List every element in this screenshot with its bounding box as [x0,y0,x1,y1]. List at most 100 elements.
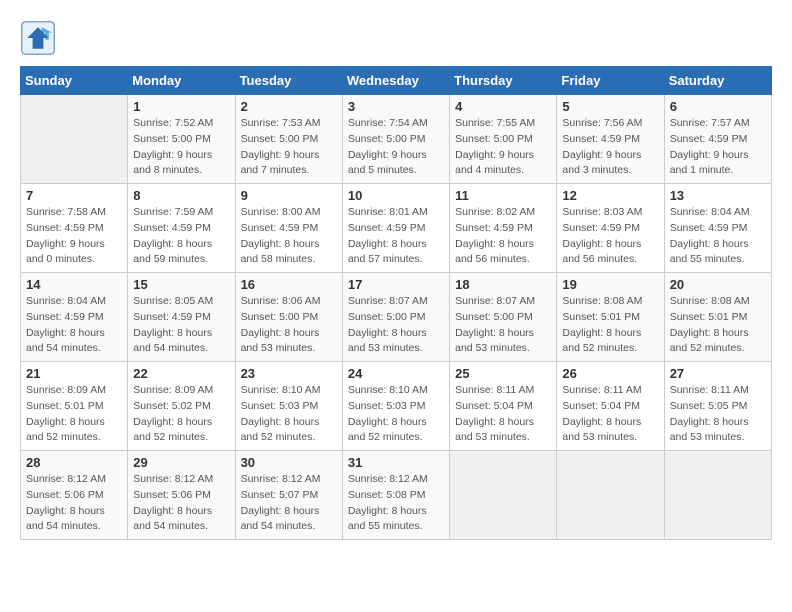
day-number: 18 [455,277,551,292]
calendar-cell: 21 Sunrise: 8:09 AMSunset: 5:01 PMDayligh… [21,362,128,451]
day-number: 24 [348,366,444,381]
day-number: 19 [562,277,658,292]
calendar-cell: 24 Sunrise: 8:10 AMSunset: 5:03 PMDayligh… [342,362,449,451]
day-info: Sunrise: 7:57 AMSunset: 4:59 PMDaylight:… [670,116,766,179]
day-info: Sunrise: 8:07 AMSunset: 5:00 PMDaylight:… [348,294,444,357]
day-number: 31 [348,455,444,470]
day-info: Sunrise: 8:10 AMSunset: 5:03 PMDaylight:… [348,383,444,446]
calendar-cell: 18 Sunrise: 8:07 AMSunset: 5:00 PMDayligh… [450,273,557,362]
calendar-cell: 4 Sunrise: 7:55 AMSunset: 5:00 PMDaylight… [450,95,557,184]
calendar-cell: 29Sunrise: 8:12 AMSunset: 5:06 PMDayligh… [128,451,235,540]
calendar-week-5: 28 Sunrise: 8:12 AMSunset: 5:06 PMDayligh… [21,451,772,540]
calendar-cell: 30 Sunrise: 8:12 AMSunset: 5:07 PMDayligh… [235,451,342,540]
day-number: 21 [26,366,122,381]
day-info: Sunrise: 8:04 AMSunset: 4:59 PMDaylight:… [26,294,122,357]
calendar-cell: 11Sunrise: 8:02 AMSunset: 4:59 PMDayligh… [450,184,557,273]
day-number: 15 [133,277,229,292]
weekday-header-friday: Friday [557,67,664,95]
logo-icon [20,20,56,56]
calendar-cell: 9Sunrise: 8:00 AMSunset: 4:59 PMDaylight… [235,184,342,273]
calendar-cell: 1 Sunrise: 7:52 AMSunset: 5:00 PMDaylight… [128,95,235,184]
day-number: 12 [562,188,658,203]
calendar-cell [21,95,128,184]
day-info: Sunrise: 8:11 AMSunset: 5:04 PMDaylight:… [562,383,658,446]
calendar-cell: 5 Sunrise: 7:56 AMSunset: 4:59 PMDaylight… [557,95,664,184]
weekday-header-wednesday: Wednesday [342,67,449,95]
calendar-cell [664,451,771,540]
calendar: SundayMondayTuesdayWednesdayThursdayFrid… [20,66,772,540]
day-number: 8 [133,188,229,203]
calendar-cell: 28 Sunrise: 8:12 AMSunset: 5:06 PMDayligh… [21,451,128,540]
calendar-cell: 13 Sunrise: 8:04 AMSunset: 4:59 PMDayligh… [664,184,771,273]
day-info: Sunrise: 7:53 AMSunset: 5:00 PMDaylight:… [241,116,337,179]
day-info: Sunrise: 8:12 AMSunset: 5:06 PMDaylight:… [26,472,122,535]
calendar-cell: 25 Sunrise: 8:11 AMSunset: 5:04 PMDayligh… [450,362,557,451]
day-info: Sunrise: 8:05 AMSunset: 4:59 PMDaylight:… [133,294,229,357]
calendar-cell: 17 Sunrise: 8:07 AMSunset: 5:00 PMDayligh… [342,273,449,362]
day-number: 13 [670,188,766,203]
day-number: 27 [670,366,766,381]
day-number: 28 [26,455,122,470]
calendar-cell: 14 Sunrise: 8:04 AMSunset: 4:59 PMDayligh… [21,273,128,362]
calendar-week-3: 14 Sunrise: 8:04 AMSunset: 4:59 PMDayligh… [21,273,772,362]
calendar-cell: 8Sunrise: 7:59 AMSunset: 4:59 PMDaylight… [128,184,235,273]
weekday-header-saturday: Saturday [664,67,771,95]
calendar-cell: 7 Sunrise: 7:58 AMSunset: 4:59 PMDaylight… [21,184,128,273]
calendar-cell: 31 Sunrise: 8:12 AMSunset: 5:08 PMDayligh… [342,451,449,540]
calendar-cell: 16 Sunrise: 8:06 AMSunset: 5:00 PMDayligh… [235,273,342,362]
day-info: Sunrise: 8:00 AMSunset: 4:59 PMDaylight:… [241,205,337,268]
day-number: 20 [670,277,766,292]
calendar-cell: 2 Sunrise: 7:53 AMSunset: 5:00 PMDaylight… [235,95,342,184]
day-number: 2 [241,99,337,114]
calendar-cell: 12 Sunrise: 8:03 AMSunset: 4:59 PMDayligh… [557,184,664,273]
day-info: Sunrise: 8:07 AMSunset: 5:00 PMDaylight:… [455,294,551,357]
day-info: Sunrise: 8:01 AMSunset: 4:59 PMDaylight:… [348,205,444,268]
day-number: 17 [348,277,444,292]
day-number: 6 [670,99,766,114]
day-info: Sunrise: 8:09 AMSunset: 5:01 PMDaylight:… [26,383,122,446]
calendar-cell: 6 Sunrise: 7:57 AMSunset: 4:59 PMDaylight… [664,95,771,184]
day-info: Sunrise: 8:12 AMSunset: 5:08 PMDaylight:… [348,472,444,535]
day-number: 10 [348,188,444,203]
calendar-header-row: SundayMondayTuesdayWednesdayThursdayFrid… [21,67,772,95]
day-info: Sunrise: 7:52 AMSunset: 5:00 PMDaylight:… [133,116,229,179]
day-info: Sunrise: 8:12 AMSunset: 5:07 PMDaylight:… [241,472,337,535]
calendar-cell: 23Sunrise: 8:10 AMSunset: 5:03 PMDayligh… [235,362,342,451]
day-number: 3 [348,99,444,114]
day-info: Sunrise: 8:11 AMSunset: 5:05 PMDaylight:… [670,383,766,446]
weekday-header-sunday: Sunday [21,67,128,95]
calendar-cell: 10 Sunrise: 8:01 AMSunset: 4:59 PMDayligh… [342,184,449,273]
day-number: 26 [562,366,658,381]
day-info: Sunrise: 7:54 AMSunset: 5:00 PMDaylight:… [348,116,444,179]
calendar-week-1: 1 Sunrise: 7:52 AMSunset: 5:00 PMDaylight… [21,95,772,184]
day-info: Sunrise: 8:06 AMSunset: 5:00 PMDaylight:… [241,294,337,357]
day-number: 4 [455,99,551,114]
day-info: Sunrise: 8:08 AMSunset: 5:01 PMDaylight:… [562,294,658,357]
calendar-cell: 19 Sunrise: 8:08 AMSunset: 5:01 PMDayligh… [557,273,664,362]
header [20,20,772,56]
weekday-header-monday: Monday [128,67,235,95]
day-info: Sunrise: 8:04 AMSunset: 4:59 PMDaylight:… [670,205,766,268]
day-info: Sunrise: 8:03 AMSunset: 4:59 PMDaylight:… [562,205,658,268]
day-info: Sunrise: 8:11 AMSunset: 5:04 PMDaylight:… [455,383,551,446]
day-info: Sunrise: 8:12 AMSunset: 5:06 PMDaylight:… [133,472,229,535]
day-info: Sunrise: 7:55 AMSunset: 5:00 PMDaylight:… [455,116,551,179]
day-number: 16 [241,277,337,292]
day-info: Sunrise: 8:02 AMSunset: 4:59 PMDaylight:… [455,205,551,268]
day-info: Sunrise: 7:58 AMSunset: 4:59 PMDaylight:… [26,205,122,268]
calendar-cell: 15 Sunrise: 8:05 AMSunset: 4:59 PMDayligh… [128,273,235,362]
day-number: 30 [241,455,337,470]
day-number: 14 [26,277,122,292]
day-info: Sunrise: 7:56 AMSunset: 4:59 PMDaylight:… [562,116,658,179]
weekday-header-tuesday: Tuesday [235,67,342,95]
day-info: Sunrise: 8:08 AMSunset: 5:01 PMDaylight:… [670,294,766,357]
logo [20,20,62,56]
day-number: 25 [455,366,551,381]
calendar-cell: 20 Sunrise: 8:08 AMSunset: 5:01 PMDayligh… [664,273,771,362]
calendar-cell: 22Sunrise: 8:09 AMSunset: 5:02 PMDayligh… [128,362,235,451]
day-number: 5 [562,99,658,114]
day-number: 7 [26,188,122,203]
day-number: 1 [133,99,229,114]
day-info: Sunrise: 8:10 AMSunset: 5:03 PMDaylight:… [241,383,337,446]
calendar-cell [557,451,664,540]
